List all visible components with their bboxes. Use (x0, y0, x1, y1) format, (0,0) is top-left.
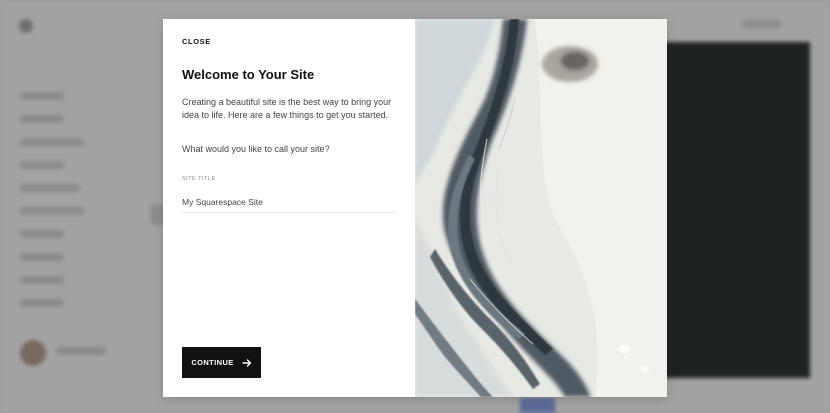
modal-title: Welcome to Your Site (182, 67, 315, 82)
background-element (520, 398, 555, 413)
welcome-modal: CLOSE Welcome to Your Site Creating a be… (163, 19, 667, 397)
sidebar-item (20, 276, 64, 284)
sidebar-item (20, 184, 80, 192)
continue-label: CONTINUE (191, 358, 234, 367)
sidebar-item (20, 138, 84, 146)
site-title-input[interactable] (182, 192, 396, 213)
sidebar-item (20, 207, 84, 215)
modal-description: Creating a beautiful site is the best wa… (182, 97, 392, 120)
sidebar-item (20, 253, 64, 261)
sidebar-item (20, 299, 64, 307)
marble-artwork-image (415, 19, 667, 397)
arrow-right-icon (241, 358, 252, 368)
sidebar-nav (20, 92, 84, 322)
sidebar-item (20, 115, 64, 123)
close-button[interactable]: CLOSE (182, 37, 211, 46)
site-preview (657, 42, 810, 378)
logo-icon (19, 19, 33, 33)
toolbar-icons (742, 19, 782, 29)
site-name-prompt: What would you like to call your site? (182, 144, 330, 154)
sidebar-item (20, 161, 64, 169)
avatar (20, 340, 46, 366)
account-name (56, 347, 106, 355)
sidebar-item (20, 92, 64, 100)
sidebar-item (20, 230, 64, 238)
continue-button[interactable]: CONTINUE (182, 347, 261, 378)
site-title-label: SITE TITLE (182, 176, 216, 182)
modal-content: CLOSE Welcome to Your Site Creating a be… (163, 19, 415, 397)
